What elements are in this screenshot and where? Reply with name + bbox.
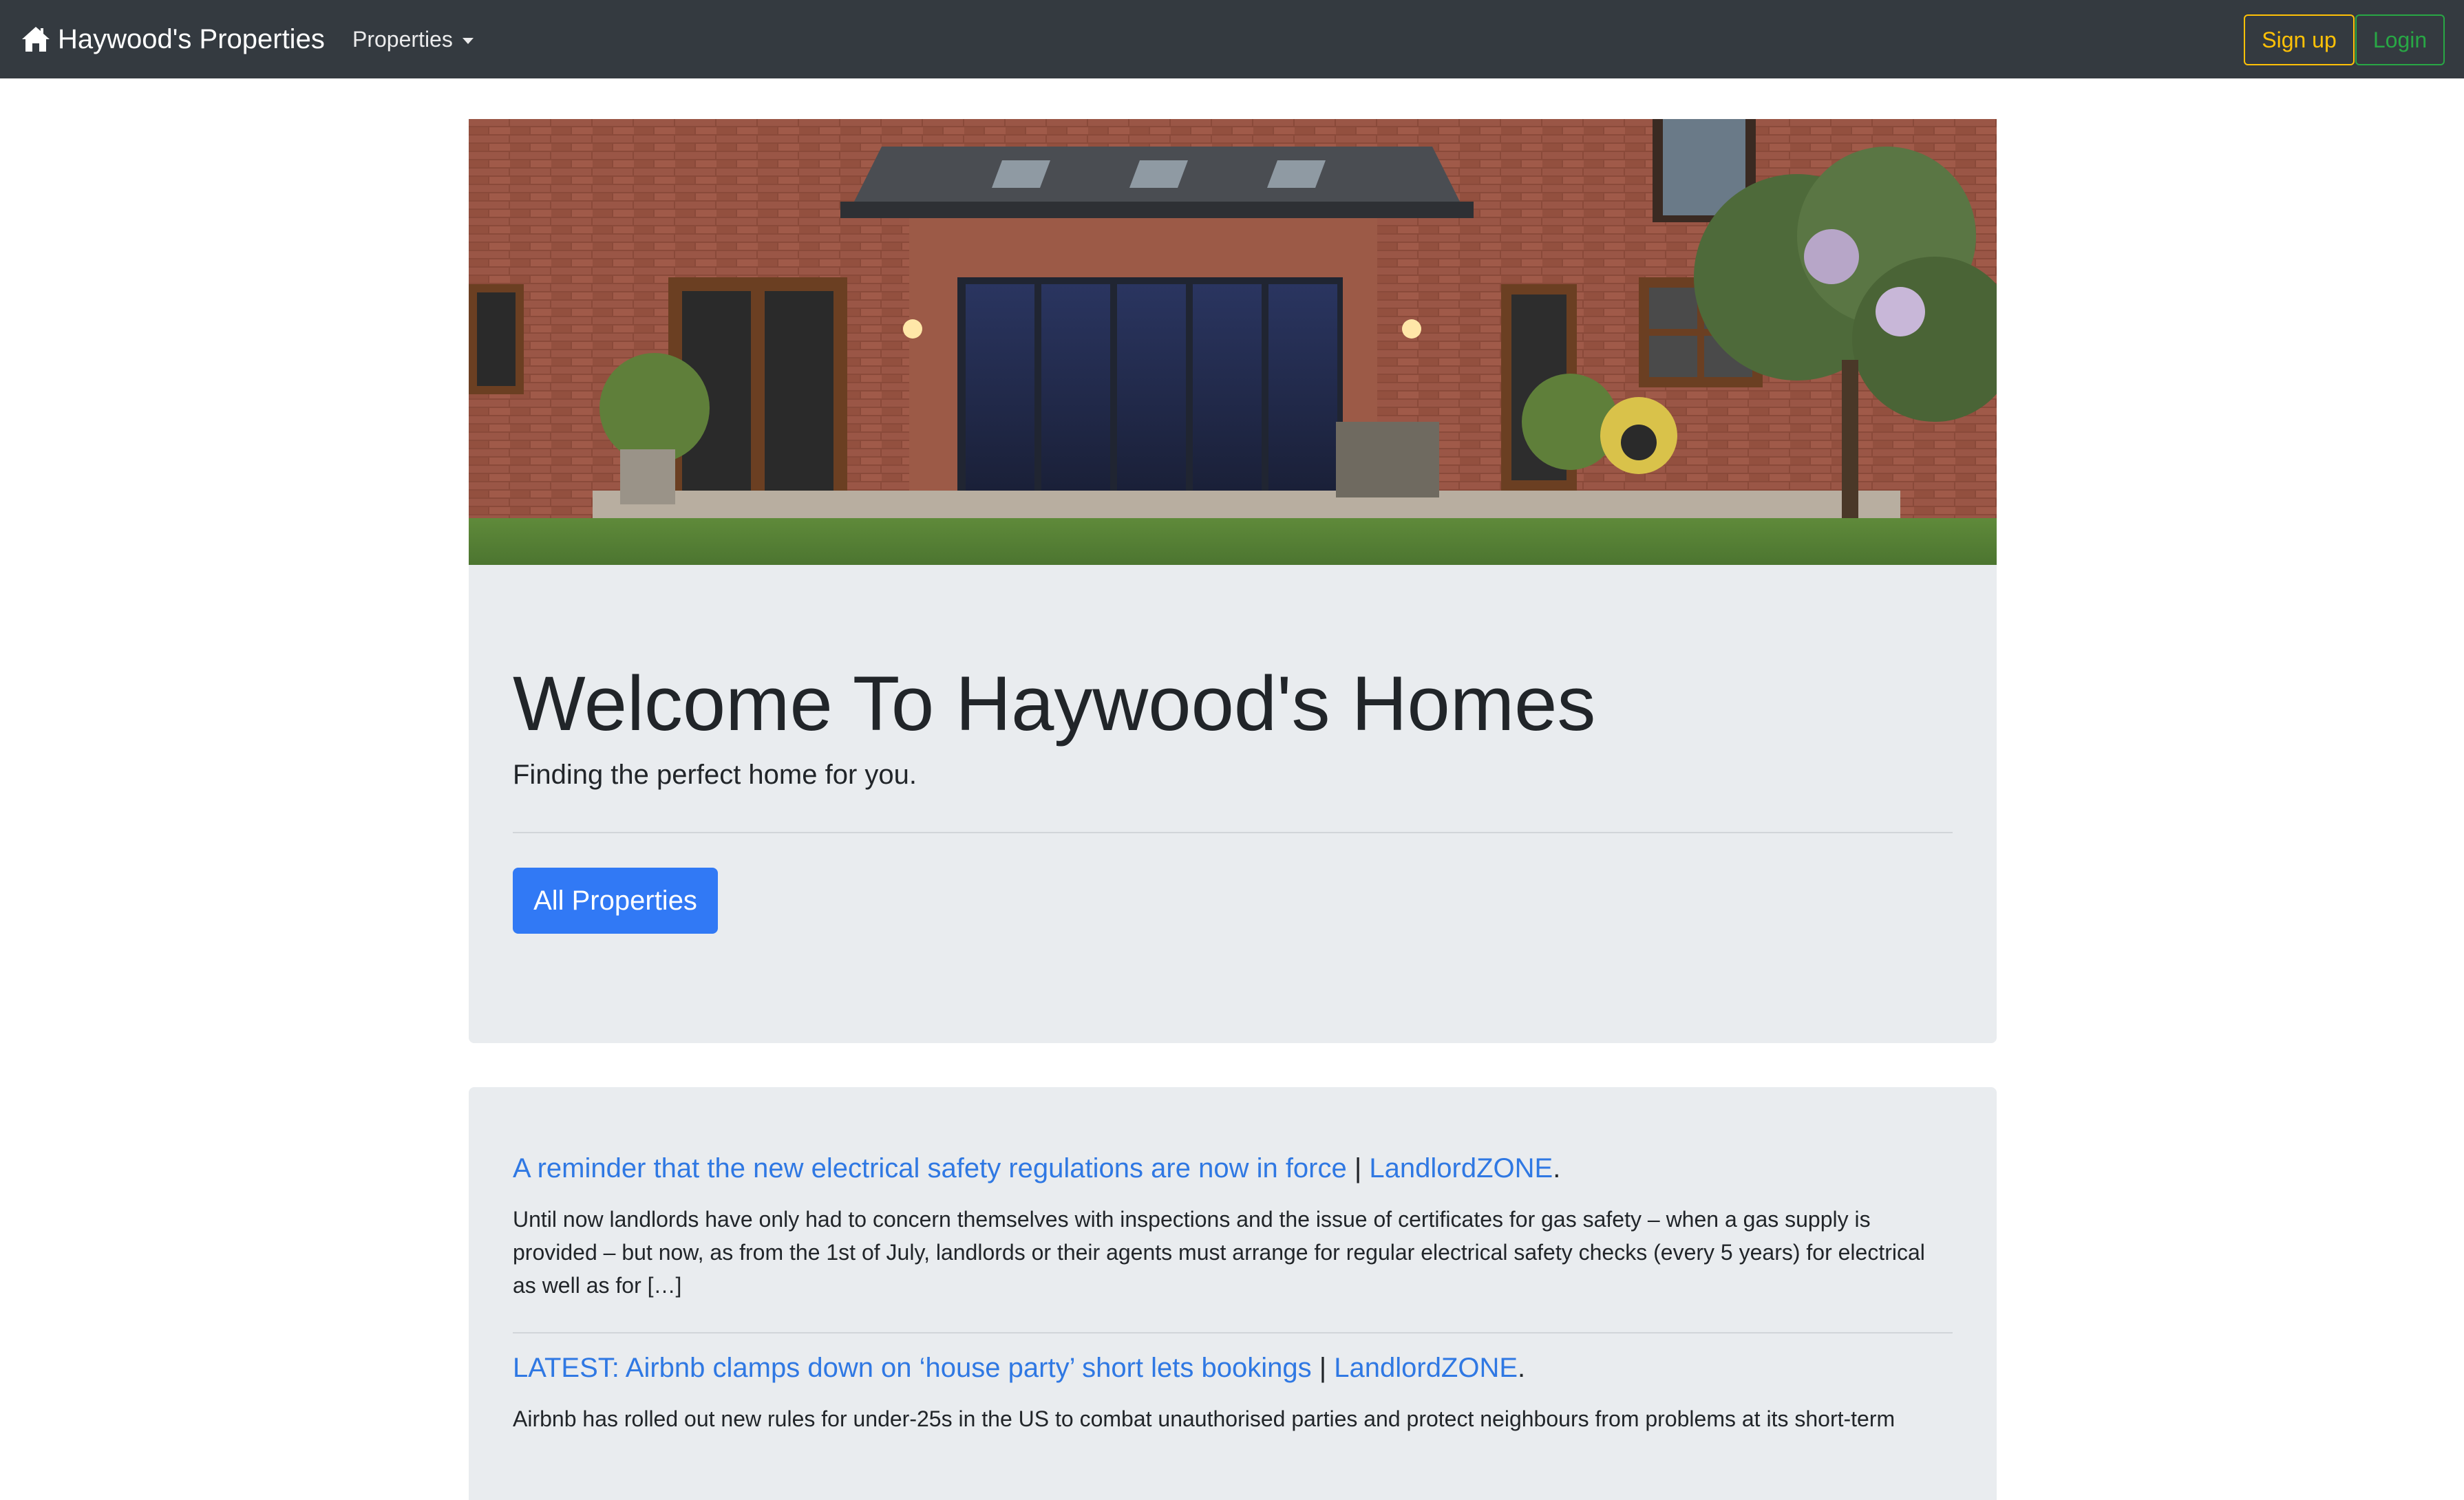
- news-feed: A reminder that the new electrical safet…: [469, 1087, 1997, 1500]
- news-divider: [513, 1332, 1953, 1333]
- signup-button[interactable]: Sign up: [2244, 14, 2355, 65]
- hero-image: [469, 119, 1997, 565]
- news-headline: LATEST: Airbnb clamps down on ‘house par…: [513, 1351, 1953, 1384]
- properties-dropdown[interactable]: Properties: [352, 0, 474, 78]
- news-separator: |: [1354, 1153, 1362, 1183]
- news-headline: A reminder that the new electrical safet…: [513, 1152, 1953, 1185]
- login-button[interactable]: Login: [2355, 14, 2445, 65]
- brand-label: Haywood's Properties: [58, 23, 325, 54]
- news-title-link[interactable]: LATEST: Airbnb clamps down on ‘house par…: [513, 1353, 1312, 1383]
- divider: [513, 832, 1953, 833]
- news-source-link[interactable]: LandlordZONE: [1334, 1353, 1518, 1383]
- news-period: .: [1518, 1353, 1526, 1383]
- news-title-link[interactable]: A reminder that the new electrical safet…: [513, 1153, 1347, 1183]
- caret-down-icon: [462, 37, 474, 44]
- home-icon: [22, 27, 50, 52]
- news-excerpt: Until now landlords have only had to con…: [513, 1207, 1925, 1298]
- house-photo: [469, 119, 1997, 565]
- page-title: Welcome To Haywood's Homes: [513, 661, 1596, 747]
- page-subtitle: Finding the perfect home for you.: [513, 760, 917, 790]
- news-item: A reminder that the new electrical safet…: [513, 1152, 1953, 1302]
- properties-dropdown-label: Properties: [352, 26, 453, 52]
- all-properties-button[interactable]: All Properties: [513, 868, 718, 934]
- welcome-jumbotron: Welcome To Haywood's Homes Finding the p…: [469, 565, 1997, 1043]
- all-properties-button-label: All Properties: [533, 885, 697, 916]
- login-button-label: Login: [2372, 27, 2428, 52]
- brand-link[interactable]: Haywood's Properties: [21, 0, 325, 78]
- news-item: LATEST: Airbnb clamps down on ‘house par…: [513, 1351, 1953, 1435]
- signup-button-label: Sign up: [2262, 27, 2337, 52]
- news-excerpt: Airbnb has rolled out new rules for unde…: [513, 1406, 1895, 1431]
- news-period: .: [1553, 1153, 1561, 1183]
- top-navbar: Haywood's Properties Properties Sign up …: [0, 0, 2464, 78]
- news-separator: |: [1319, 1353, 1327, 1383]
- news-source-link[interactable]: LandlordZONE: [1369, 1153, 1553, 1183]
